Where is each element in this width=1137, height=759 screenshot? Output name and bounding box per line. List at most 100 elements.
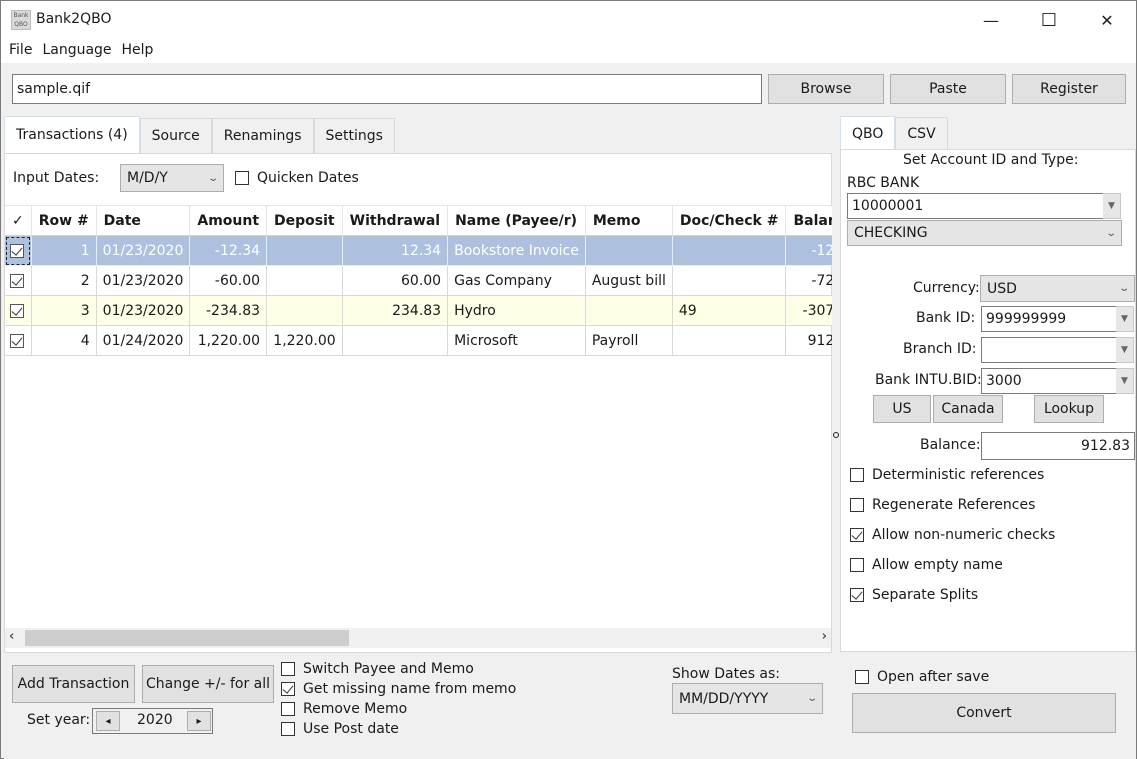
checkbox-box[interactable] <box>850 498 864 512</box>
us-button[interactable]: US <box>873 395 931 423</box>
checkbox-box[interactable] <box>850 588 864 602</box>
remove-memo-checkbox[interactable]: Remove Memo <box>281 701 407 717</box>
missing-name-from-memo-checkbox[interactable]: Get missing name from memo <box>281 681 516 697</box>
cell-deposit[interactable] <box>266 235 343 266</box>
tab-transactions[interactable]: Transactions (4) <box>4 116 140 153</box>
cell-doc[interactable] <box>672 265 787 296</box>
cell-row[interactable]: 2 <box>31 265 97 296</box>
scrollbar-thumb[interactable] <box>25 630 349 646</box>
checkbox-box[interactable] <box>855 670 869 684</box>
account-id-dropdown-button[interactable]: ▼ <box>1103 193 1121 219</box>
deterministic-references-checkbox[interactable]: Deterministic references <box>850 467 1044 483</box>
tab-settings[interactable]: Settings <box>313 118 395 153</box>
table-row[interactable]: 1 01/23/2020 -12.34 12.34 Bookstore Invo… <box>5 235 864 266</box>
cell-doc[interactable]: 49 <box>672 295 787 326</box>
panel-splitter[interactable] <box>832 117 840 759</box>
row-checkbox-cell[interactable] <box>5 295 32 326</box>
cell-withdrawal[interactable] <box>342 325 449 356</box>
account-id-input[interactable]: 10000001 <box>847 193 1104 219</box>
intu-bid-input[interactable]: 3000 <box>981 368 1117 394</box>
col-header-withdrawal[interactable]: Withdrawal <box>342 205 449 236</box>
table-row[interactable]: 2 01/23/2020 -60.00 60.00 Gas Company Au… <box>5 265 864 296</box>
cell-doc[interactable] <box>672 235 787 266</box>
row-checkbox-cell[interactable] <box>5 235 32 266</box>
checkbox-box[interactable] <box>281 682 295 696</box>
cell-memo[interactable] <box>585 235 673 266</box>
currency-select[interactable]: USD ⌄ <box>980 275 1135 302</box>
table-row[interactable]: 3 01/23/2020 -234.83 234.83 Hydro 49 -30… <box>5 295 864 326</box>
cell-row[interactable]: 3 <box>31 295 97 326</box>
year-stepper[interactable]: ◂ 2020 ▸ <box>92 708 213 734</box>
year-value[interactable]: 2020 <box>137 712 173 728</box>
cell-memo[interactable]: August bill <box>585 265 673 296</box>
convert-button[interactable]: Convert <box>852 693 1116 733</box>
col-header-date[interactable]: Date <box>96 205 191 236</box>
cell-date[interactable]: 01/23/2020 <box>96 235 191 266</box>
cell-deposit[interactable] <box>266 295 343 326</box>
balance-input[interactable]: 912.83 <box>981 432 1135 460</box>
cell-amount[interactable]: -60.00 <box>189 265 268 296</box>
separate-splits-checkbox[interactable]: Separate Splits <box>850 587 978 603</box>
scroll-right-icon[interactable]: › <box>822 629 827 644</box>
tab-qbo[interactable]: QBO <box>840 116 896 150</box>
cell-date[interactable]: 01/23/2020 <box>96 295 191 326</box>
cell-deposit[interactable] <box>266 265 343 296</box>
cell-withdrawal[interactable]: 12.34 <box>342 235 449 266</box>
cell-name[interactable]: Bookstore Invoice <box>447 235 586 266</box>
maximize-button[interactable]: ☐ <box>1020 1 1078 39</box>
cell-withdrawal[interactable]: 60.00 <box>342 265 449 296</box>
lookup-button[interactable]: Lookup <box>1034 395 1104 423</box>
browse-button[interactable]: Browse <box>768 74 884 104</box>
tab-renamings[interactable]: Renamings <box>211 118 314 153</box>
allow-non-numeric-checks-checkbox[interactable]: Allow non-numeric checks <box>850 527 1055 543</box>
row-checkbox[interactable] <box>10 273 24 288</box>
canada-button[interactable]: Canada <box>933 395 1003 423</box>
input-dates-select[interactable]: M/D/Y ⌄ <box>120 164 224 192</box>
cell-name[interactable]: Gas Company <box>447 265 586 296</box>
show-dates-select[interactable]: MM/DD/YYYY ⌄ <box>672 683 823 714</box>
cell-memo[interactable] <box>585 295 673 326</box>
checkbox-box[interactable] <box>281 722 295 736</box>
col-header-name[interactable]: Name (Payee/r) <box>447 205 586 236</box>
branch-id-input[interactable] <box>981 337 1117 363</box>
register-button[interactable]: Register <box>1012 74 1126 104</box>
col-header-row[interactable]: Row # <box>31 205 97 236</box>
cell-row[interactable]: 1 <box>31 235 97 266</box>
minimize-button[interactable]: — <box>962 1 1020 39</box>
checkbox-box[interactable] <box>850 558 864 572</box>
cell-amount[interactable]: 1,220.00 <box>189 325 268 356</box>
add-transaction-button[interactable]: Add Transaction <box>12 665 135 703</box>
row-checkbox[interactable] <box>10 333 24 348</box>
cell-date[interactable]: 01/23/2020 <box>96 265 191 296</box>
paste-button[interactable]: Paste <box>890 74 1006 104</box>
horizontal-scrollbar[interactable]: ‹ › <box>5 628 831 648</box>
tab-csv[interactable]: CSV <box>895 117 948 150</box>
cell-doc[interactable] <box>672 325 787 356</box>
cell-memo[interactable]: Payroll <box>585 325 673 356</box>
bank-id-input[interactable]: 999999999 <box>981 306 1117 332</box>
file-path-input[interactable]: sample.qif <box>12 74 762 104</box>
row-checkbox-cell[interactable] <box>5 265 32 296</box>
checkbox-box[interactable] <box>850 468 864 482</box>
change-sign-button[interactable]: Change +/- for all <box>142 665 274 703</box>
menu-language[interactable]: Language <box>42 39 121 63</box>
cell-date[interactable]: 01/24/2020 <box>96 325 191 356</box>
open-after-save-checkbox[interactable]: Open after save <box>855 669 989 685</box>
bank-id-dropdown-button[interactable]: ▼ <box>1116 306 1134 332</box>
close-button[interactable]: ✕ <box>1078 1 1136 39</box>
col-header-doc[interactable]: Doc/Check # <box>672 205 787 236</box>
menu-file[interactable]: File <box>1 39 42 63</box>
branch-id-dropdown-button[interactable]: ▼ <box>1116 337 1134 363</box>
cell-row[interactable]: 4 <box>31 325 97 356</box>
cell-amount[interactable]: -234.83 <box>189 295 268 326</box>
row-checkbox[interactable] <box>10 303 24 318</box>
tab-source[interactable]: Source <box>139 118 212 153</box>
menu-help[interactable]: Help <box>122 39 164 63</box>
account-type-select[interactable]: CHECKING ⌄ <box>847 220 1122 246</box>
col-header-memo[interactable]: Memo <box>585 205 673 236</box>
quicken-dates-checkbox[interactable]: Quicken Dates <box>235 170 359 186</box>
table-row[interactable]: 4 01/24/2020 1,220.00 1,220.00 Microsoft… <box>5 325 864 356</box>
regenerate-references-checkbox[interactable]: Regenerate References <box>850 497 1035 513</box>
switch-payee-memo-checkbox[interactable]: Switch Payee and Memo <box>281 661 474 677</box>
allow-empty-name-checkbox[interactable]: Allow empty name <box>850 557 1003 573</box>
